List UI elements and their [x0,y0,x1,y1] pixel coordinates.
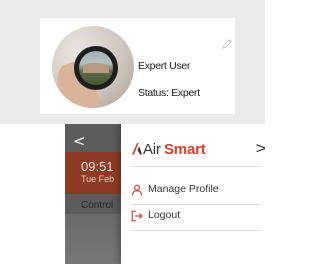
user-icon [131,184,143,196]
avatar-landscape-graphic [79,51,113,85]
menu-item-label: Manage Profile [148,183,219,195]
clock-time: 09:51 [81,159,114,174]
drawer-divider [131,166,261,167]
airsmart-logo-icon [132,143,142,155]
pencil-icon[interactable] [221,38,233,50]
control-section-label: Control [81,200,114,211]
clock-date: Tue Feb [81,174,115,184]
brand-smart-text: Smart [164,141,206,158]
background-app-view: < 09:51 Tue Feb Control [65,124,125,264]
back-chevron-icon[interactable]: < [73,132,86,150]
brand-air-text: Air [143,141,161,158]
side-drawer: Air Smart > Manage Profile Logout [121,124,265,264]
drawer-divider [131,230,261,231]
profile-card: Expert User Status: Expert [40,18,235,114]
app-screen: < 09:51 Tue Feb Control Air Smart > Mana… [65,124,265,264]
profile-panel: Expert User Status: Expert [0,0,265,124]
menu-item-manage-profile[interactable]: Manage Profile [131,182,251,202]
logout-icon [131,210,143,222]
menu-item-label: Logout [148,209,181,221]
profile-name: Expert User [138,60,191,72]
drawer-divider [131,204,261,205]
avatar-lens-graphic [74,46,118,90]
drawer-close-chevron-icon[interactable]: > [255,139,265,157]
background-content [65,214,125,264]
avatar[interactable] [52,26,134,108]
menu-item-logout[interactable]: Logout [131,208,251,228]
profile-status: Status: Expert [138,87,200,99]
